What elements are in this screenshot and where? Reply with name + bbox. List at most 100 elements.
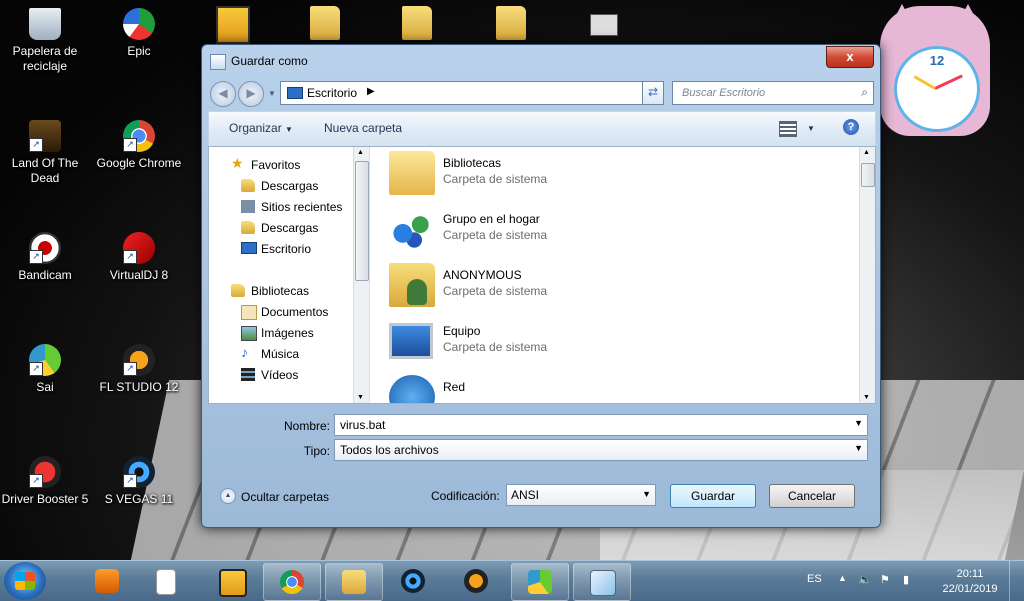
file-list: Bibliotecas Carpeta de sistema Grupo en …: [381, 147, 875, 403]
recent-pages-arrow-icon[interactable]: ▼: [268, 89, 276, 98]
scroll-up-icon[interactable]: ▲: [863, 149, 870, 156]
desktop-icon-driver-booster[interactable]: ↗ Driver Booster 5: [0, 456, 90, 507]
navigation-scrollbar[interactable]: ▲ ▼: [353, 147, 369, 403]
file-item-libraries[interactable]: Bibliotecas Carpeta de sistema: [389, 147, 809, 201]
printer-icon[interactable]: [590, 14, 618, 36]
file-list-scrollbar[interactable]: ▲ ▼: [859, 147, 875, 403]
show-desktop-button[interactable]: [1009, 561, 1024, 601]
scroll-thumb[interactable]: [861, 163, 875, 187]
notepad-icon: [210, 54, 226, 70]
nav-item-videos[interactable]: Vídeos: [209, 365, 349, 385]
geometry-dash-icon[interactable]: [216, 6, 250, 44]
desktop-icon-recycle-bin[interactable]: Papelera de reciclaje: [0, 8, 90, 74]
folder-icon[interactable]: [496, 6, 526, 40]
clock[interactable]: 20:11 22/01/2019: [940, 567, 1000, 597]
desktop-icon-fl-studio[interactable]: ↗ FL STUDIO 12: [94, 344, 184, 395]
chrome-icon: [280, 570, 304, 594]
taskbar-blank-document[interactable]: [137, 563, 193, 599]
desktop-icon-virtualdj[interactable]: ↗ VirtualDJ 8: [94, 232, 184, 283]
file-item-network[interactable]: Red: [389, 371, 809, 403]
taskbar-sai[interactable]: [511, 563, 569, 601]
filetype-value: Todos los archivos: [340, 443, 439, 457]
language-indicator[interactable]: ES: [807, 573, 822, 585]
encoding-value: ANSI: [511, 488, 540, 502]
nav-item-downloads[interactable]: Descargas: [209, 176, 349, 196]
clock-gadget[interactable]: 12: [880, 4, 990, 136]
folder-icon[interactable]: [402, 6, 432, 40]
filename-input[interactable]: virus.bat ▼: [334, 414, 868, 436]
chevron-down-icon[interactable]: ▼: [642, 489, 651, 499]
breadcrumb-arrow-icon[interactable]: ▶: [367, 86, 375, 97]
nav-item-images[interactable]: Imágenes: [209, 323, 349, 343]
desktop-icon-epic[interactable]: Epic: [94, 8, 184, 59]
nav-item-desktop[interactable]: Escritorio: [209, 239, 349, 259]
shortcut-arrow-icon: ↗: [123, 250, 137, 264]
scroll-thumb[interactable]: [355, 161, 369, 281]
nav-item-recent-places[interactable]: Sitios recientes: [209, 197, 349, 217]
help-button[interactable]: ?: [843, 119, 859, 135]
taskbar-explorer[interactable]: [325, 563, 383, 601]
shortcut-arrow-icon: ↗: [29, 474, 43, 488]
network-signal-icon[interactable]: ▮: [903, 573, 909, 586]
file-item-anonymous[interactable]: ANONYMOUS Carpeta de sistema: [389, 259, 809, 313]
cancel-button[interactable]: Cancelar: [769, 484, 855, 508]
refresh-button[interactable]: ⇄: [642, 81, 664, 105]
nav-item-documents[interactable]: Documentos: [209, 302, 349, 322]
view-options-icon[interactable]: [779, 121, 797, 137]
user-icon: [407, 279, 427, 305]
search-input[interactable]: Buscar Escritorio ⌕: [672, 81, 874, 105]
nav-item-music[interactable]: ♪ Música: [209, 344, 349, 364]
desktop-icon-sony-vegas[interactable]: ↗ S VEGAS 11: [94, 456, 184, 507]
media-player-icon: [95, 569, 119, 593]
desktop-icon-label: Papelera de reciclaje: [12, 44, 78, 73]
shortcut-arrow-icon: ↗: [123, 362, 137, 376]
filename-value: virus.bat: [340, 418, 386, 432]
taskbar-notepad[interactable]: [573, 563, 631, 601]
desktop-icon: [241, 242, 257, 254]
nav-libraries[interactable]: Bibliotecas: [209, 281, 349, 301]
scroll-down-icon[interactable]: ▼: [863, 394, 870, 401]
back-button[interactable]: ◀: [210, 81, 236, 107]
forward-button[interactable]: ▶: [238, 81, 264, 107]
desktop-icon-google-chrome[interactable]: ↗ Google Chrome: [94, 120, 184, 171]
taskbar-media-player[interactable]: [79, 563, 135, 599]
folder-icon[interactable]: [310, 6, 340, 40]
search-placeholder: Buscar Escritorio: [682, 87, 766, 99]
taskbar-sony-vegas[interactable]: [385, 563, 441, 599]
close-button[interactable]: x: [826, 46, 874, 68]
start-button[interactable]: [4, 562, 46, 600]
nav-favorites[interactable]: ★ Favoritos: [209, 155, 349, 175]
view-dropdown-icon[interactable]: ▼: [807, 124, 815, 133]
filename-row: Nombre: virus.bat ▼: [202, 414, 880, 438]
filename-label: Nombre:: [283, 419, 330, 433]
volume-icon[interactable]: 🔈: [858, 573, 872, 586]
nav-label: Sitios recientes: [261, 200, 343, 214]
taskbar-chrome[interactable]: [263, 563, 321, 601]
encoding-select[interactable]: ANSI ▼: [506, 484, 656, 506]
taskbar-fl-studio[interactable]: [448, 563, 504, 599]
chevron-down-icon[interactable]: ▼: [854, 418, 863, 428]
nav-label: Documentos: [261, 305, 329, 319]
filetype-select[interactable]: Todos los archivos ▼: [334, 439, 868, 461]
desktop-icon-sai[interactable]: ↗ Sai: [0, 344, 90, 395]
navigation-pane: ★ Favoritos Descargas Sitios recientes D…: [209, 147, 370, 403]
chevron-down-icon[interactable]: ▼: [854, 443, 863, 453]
computer-icon: [389, 323, 433, 359]
organize-button[interactable]: Organizar ▼: [229, 121, 293, 135]
desktop-icon-land-of-the-dead[interactable]: ↗ Land Of The Dead: [0, 120, 90, 186]
taskbar-geometry-dash[interactable]: [203, 563, 259, 599]
show-hidden-icons-icon[interactable]: ▲: [838, 573, 847, 583]
nav-item-downloads-2[interactable]: Descargas: [209, 218, 349, 238]
flag-icon[interactable]: ⚑: [880, 573, 890, 586]
dialog-titlebar[interactable]: Guardar como x: [202, 45, 880, 75]
scroll-down-icon[interactable]: ▼: [357, 394, 364, 401]
save-button[interactable]: Guardar: [670, 484, 756, 508]
new-folder-button[interactable]: Nueva carpeta: [324, 121, 402, 135]
desktop-icon-bandicam[interactable]: ↗ Bandicam: [0, 232, 90, 283]
notepad-icon: [590, 570, 616, 596]
scroll-up-icon[interactable]: ▲: [357, 149, 364, 156]
file-item-computer[interactable]: Equipo Carpeta de sistema: [389, 315, 809, 369]
address-bar[interactable]: Escritorio ▶ ▼: [280, 81, 662, 105]
file-item-homegroup[interactable]: Grupo en el hogar Carpeta de sistema: [389, 203, 809, 257]
clock-date: 22/01/2019: [942, 583, 998, 595]
